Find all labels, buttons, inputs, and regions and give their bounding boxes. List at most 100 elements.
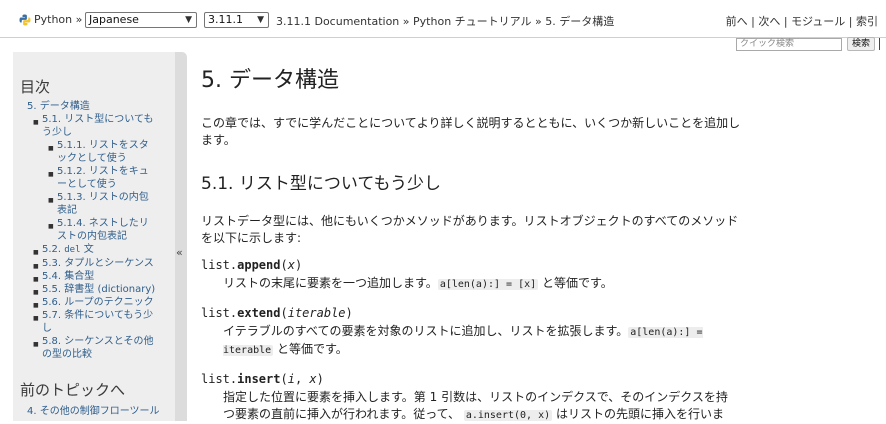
toc-item-label: う少し bbox=[42, 127, 72, 138]
toc-item-label: 5.1.1. リストをスタ bbox=[57, 140, 149, 151]
bullet-icon: ■ bbox=[33, 119, 39, 126]
python-logo-icon[interactable] bbox=[19, 14, 31, 26]
bullet-icon: ■ bbox=[33, 341, 39, 348]
toc-item-label: 表記 bbox=[57, 205, 77, 216]
description-text: リストの末尾に要素を一つ追加します。 bbox=[223, 276, 438, 290]
method-arg: iterable bbox=[287, 306, 346, 320]
method-prefix: list. bbox=[201, 306, 238, 320]
version-select-value: 3.11.1 bbox=[208, 13, 243, 26]
inline-code: a.insert(0, x) bbox=[463, 410, 553, 421]
toc-item[interactable]: ■ 5.1. リスト型についても う少し bbox=[13, 113, 171, 139]
search-button[interactable]: 検索 bbox=[847, 37, 875, 51]
method-description: イテラブルのすべての要素を対象のリストに追加し、リストを拡張します。 a[len(… bbox=[223, 323, 739, 359]
toc-item-label: 5.1.4. ネストしたリ bbox=[57, 218, 149, 229]
toc-item-label: 5.6. ループのテクニック bbox=[42, 297, 154, 308]
nav-separator: | bbox=[780, 15, 792, 28]
description-text: と等価です。 bbox=[273, 342, 348, 356]
toc-item[interactable]: ■ 5.1.3. リストの内包 表記 bbox=[13, 191, 171, 217]
toc-heading: 目次 bbox=[20, 78, 51, 96]
breadcrumb-link[interactable]: 5. データ構造 bbox=[545, 15, 614, 28]
collapse-sidebar-icon: « bbox=[176, 246, 183, 259]
toc-item-label: し bbox=[42, 323, 52, 334]
breadcrumb-link[interactable]: Python チュートリアル bbox=[413, 15, 532, 28]
bullet-icon: ■ bbox=[48, 197, 54, 204]
related-nav: 前へ | 次へ | モジュール | 索引 bbox=[726, 13, 878, 29]
paren: ) bbox=[294, 258, 303, 272]
method-arg: x bbox=[309, 372, 317, 386]
method-name: append bbox=[237, 258, 281, 272]
sidebar-collapse-button[interactable]: « bbox=[175, 52, 187, 421]
search-divider bbox=[879, 38, 880, 50]
bullet-icon: ■ bbox=[48, 171, 54, 178]
toc-item-label: ーとして使う bbox=[57, 179, 117, 190]
method-entry: list.extend(iterable) イテラブルのすべての要素を対象のリスト… bbox=[201, 305, 741, 359]
chevron-down-icon: ▼ bbox=[185, 15, 192, 25]
toc-item[interactable]: 5. データ構造 bbox=[13, 100, 171, 113]
toc-item-segment: 5.2. bbox=[42, 244, 65, 255]
paren: ( bbox=[280, 258, 288, 272]
version-select[interactable]: 3.11.1 ▼ bbox=[204, 12, 269, 28]
toc-item-label: 5.5. 辞書型 (dictionary) bbox=[42, 284, 156, 295]
toc-item-label: 5.1.2. リストをキュ bbox=[57, 166, 149, 177]
method-entry: list.append(x) リストの末尾に要素を一つ追加します。 a[len(a)… bbox=[201, 257, 741, 293]
toc-item-label: 5. データ構造 bbox=[27, 101, 90, 112]
quick-search-input[interactable]: クイック検索 bbox=[736, 38, 842, 51]
toc-item-label: ストの内包表記 bbox=[57, 231, 127, 242]
toc-item-label: の型の比較 bbox=[42, 349, 92, 360]
breadcrumb-python[interactable]: Python » bbox=[34, 13, 82, 26]
language-select[interactable]: Japanese ▼ bbox=[85, 12, 197, 28]
toc-item-label: 5.2. del 文 bbox=[42, 243, 171, 257]
top-navigation-bar: Python » Japanese ▼ 3.11.1 ▼ 3.11.1 Docu… bbox=[0, 0, 886, 38]
method-signature: list.append(x) bbox=[201, 257, 741, 273]
chevron-down-icon: ▼ bbox=[257, 15, 264, 25]
page-title: 5. データ構造 bbox=[201, 68, 339, 93]
prev-topic-link[interactable]: 4. その他の制御フローツール bbox=[27, 402, 175, 417]
method-signature: list.insert(i, x) bbox=[201, 371, 741, 387]
breadcrumb-link[interactable]: 3.11.1 Documentation bbox=[276, 15, 399, 28]
toc-item[interactable]: ■ 5.3. タプルとシーケンス bbox=[13, 257, 171, 270]
toc-item-label: 5.4. 集合型 bbox=[42, 271, 95, 282]
breadcrumb-separator: » bbox=[399, 15, 414, 28]
toc-item[interactable]: ■ 5.8. シーケンスとその他 の型の比較 bbox=[13, 335, 171, 361]
method-entry: list.insert(i, x) 指定した位置に要素を挿入します。第 1 引数は… bbox=[201, 371, 741, 424]
toc-item-label: 5.8. シーケンスとその他 bbox=[42, 336, 154, 347]
toc-item[interactable]: ■ 5.7. 条件についてもう少し bbox=[13, 309, 171, 335]
toc-item-segment: del bbox=[64, 245, 81, 255]
toc-item[interactable]: ■ 5.1.1. リストをスタ ックとして使う bbox=[13, 139, 171, 165]
nav-link-3[interactable]: 索引 bbox=[856, 15, 878, 28]
paren: ( bbox=[280, 372, 288, 386]
nav-separator: | bbox=[845, 15, 856, 28]
intro-paragraph: この章では、すでに学んだことについてより詳しく説明するとともに、いくつか新しいこ… bbox=[201, 116, 741, 147]
nav-separator: | bbox=[747, 15, 759, 28]
toc-item[interactable]: ■ 5.4. 集合型 bbox=[13, 270, 171, 283]
nav-link-2[interactable]: モジュール bbox=[791, 15, 845, 28]
sidebar: 目次 5. データ構造 ■ 5.1. リスト型についても う少し ■ 5.1.1. リスト… bbox=[13, 52, 175, 421]
toc-item[interactable]: ■ 5.1.4. ネストしたリ ストの内包表記 bbox=[13, 217, 171, 243]
nav-link-1[interactable]: 次へ bbox=[758, 15, 780, 28]
method-name: extend bbox=[237, 306, 281, 320]
method-description: リストの末尾に要素を一つ追加します。 a[len(a):] = [x] と等価です… bbox=[223, 275, 739, 293]
section-title: 5.1. リスト型についてもう少し bbox=[201, 174, 441, 194]
nav-link-0[interactable]: 前へ bbox=[726, 15, 748, 28]
inline-code: a[len(a):] = [x] bbox=[437, 279, 539, 290]
table-of-contents: 5. データ構造 ■ 5.1. リスト型についても う少し ■ 5.1.1. リストをスタ… bbox=[13, 100, 171, 361]
method-name: insert bbox=[237, 372, 281, 386]
description-text: イテラブルのすべての要素を対象のリストに追加し、リストを拡張します。 bbox=[223, 324, 629, 338]
method-arg: i bbox=[287, 372, 295, 386]
toc-item-label: 5.3. タプルとシーケンス bbox=[42, 258, 154, 269]
toc-item-label: 5.1.3. リストの内包 bbox=[57, 192, 149, 203]
arg-separator: , bbox=[294, 372, 310, 386]
breadcrumb: 3.11.1 Documentation » Python チュートリアル » … bbox=[276, 13, 614, 29]
toc-item-label: 5.1. リスト型についても bbox=[42, 114, 154, 125]
method-description: 指定した位置に要素を挿入します。第 1 引数は、リストのインデクスで、そのインデ… bbox=[223, 389, 739, 424]
toc-item-label: 5.7. 条件についてもう少 bbox=[42, 310, 154, 321]
method-signature: list.extend(iterable) bbox=[201, 305, 741, 321]
bullet-icon: ■ bbox=[48, 223, 54, 230]
toc-item[interactable]: ■ 5.2. del 文 bbox=[13, 243, 171, 257]
toc-item[interactable]: ■ 5.5. 辞書型 (dictionary) bbox=[13, 283, 171, 296]
method-prefix: list. bbox=[201, 258, 238, 272]
toc-item[interactable]: ■ 5.6. ループのテクニック bbox=[13, 296, 171, 309]
language-select-value: Japanese bbox=[89, 13, 139, 26]
toc-item[interactable]: ■ 5.1.2. リストをキュ ーとして使う bbox=[13, 165, 171, 191]
breadcrumb-separator: » bbox=[531, 15, 546, 28]
